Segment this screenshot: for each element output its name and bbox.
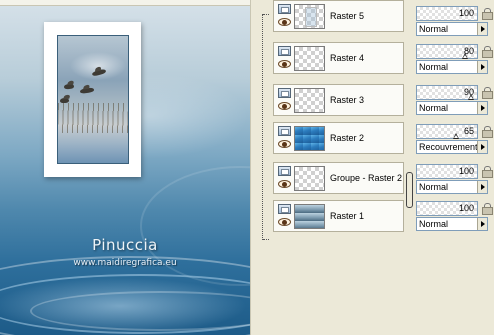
- layer-name: Raster 5: [330, 11, 365, 21]
- group-layer-icon: [278, 166, 291, 176]
- opacity-slider[interactable]: 100: [416, 164, 478, 179]
- opacity-marker-icon[interactable]: [462, 53, 468, 59]
- eye-icon[interactable]: [278, 18, 291, 26]
- opacity-marker-icon[interactable]: [468, 94, 474, 100]
- dropdown-arrow-icon[interactable]: [477, 218, 487, 230]
- layer-properties-raster-3: 90 Normal: [415, 84, 494, 116]
- bird-shape: [91, 68, 107, 77]
- raster-layer-icon: [278, 204, 291, 214]
- layer-row-raster-3[interactable]: Raster 3: [273, 84, 404, 116]
- palette-scroll-handle[interactable]: [406, 172, 413, 208]
- opacity-marker-icon[interactable]: [453, 133, 459, 139]
- bird-shape: [63, 83, 75, 90]
- layer-row-raster-2[interactable]: Raster 2: [273, 122, 404, 154]
- signature-url: www.maidiregrafica.eu: [73, 258, 177, 268]
- layer-group-bracket: [262, 14, 270, 240]
- blend-mode-dropdown[interactable]: Normal: [416, 22, 488, 36]
- dropdown-arrow-icon[interactable]: [477, 23, 487, 35]
- canvas-area[interactable]: Pinuccia www.maidiregrafica.eu: [0, 0, 250, 335]
- raster-layer-icon: [278, 88, 291, 98]
- lock-icon[interactable]: [482, 46, 493, 58]
- opacity-value: 65: [463, 126, 474, 136]
- blend-mode-dropdown[interactable]: Normal: [416, 217, 488, 231]
- layer-name: Raster 3: [330, 95, 365, 105]
- layer-name: Raster 1: [330, 211, 365, 221]
- layer-thumbnail: [294, 204, 325, 229]
- signature-name: Pinuccia: [92, 236, 158, 254]
- opacity-slider[interactable]: 90: [416, 85, 478, 100]
- blend-mode-dropdown[interactable]: Normal: [416, 180, 488, 194]
- blend-mode-dropdown[interactable]: Normal: [416, 60, 488, 74]
- eye-icon[interactable]: [278, 140, 291, 148]
- layer-name: Groupe - Raster 2: [330, 173, 403, 183]
- blend-mode-label: Normal: [419, 62, 449, 72]
- eye-icon[interactable]: [278, 102, 291, 110]
- layer-row-groupe-raster-2[interactable]: Groupe - Raster 2: [273, 162, 404, 194]
- layer-name: Raster 2: [330, 133, 365, 143]
- blend-mode-label: Normal: [419, 24, 449, 34]
- reeds-shape: [58, 103, 128, 133]
- blend-mode-label: Recouvrement: [419, 142, 478, 152]
- eye-icon[interactable]: [278, 218, 291, 226]
- dropdown-arrow-icon[interactable]: [477, 181, 487, 193]
- blend-mode-label: Normal: [419, 219, 449, 229]
- layer-thumbnail: [294, 88, 325, 113]
- dropdown-arrow-icon[interactable]: [477, 102, 487, 114]
- raster-layer-icon: [278, 46, 291, 56]
- blend-mode-dropdown[interactable]: Recouvrement: [416, 140, 488, 154]
- opacity-value: 100: [458, 8, 474, 18]
- layer-row-raster-5[interactable]: Raster 5: [273, 0, 404, 32]
- layer-row-raster-4[interactable]: Raster 4: [273, 42, 404, 74]
- blend-mode-dropdown[interactable]: Normal: [416, 101, 488, 115]
- opacity-slider[interactable]: 65: [416, 124, 478, 139]
- dropdown-arrow-icon[interactable]: [477, 61, 487, 73]
- blend-mode-label: Normal: [419, 182, 449, 192]
- framed-photo: [57, 35, 129, 164]
- opacity-value: 100: [458, 166, 474, 176]
- layer-row-raster-1[interactable]: Raster 1: [273, 200, 404, 232]
- layer-properties-raster-2: 65 Recouvrement: [415, 123, 494, 155]
- opacity-value: 100: [458, 203, 474, 213]
- lock-icon[interactable]: [482, 126, 493, 138]
- layer-thumbnail: [294, 4, 325, 29]
- opacity-slider[interactable]: 80: [416, 44, 478, 59]
- lock-icon[interactable]: [482, 166, 493, 178]
- panel-divider: [250, 0, 260, 335]
- layer-thumbnail: [294, 46, 325, 71]
- raster-layer-icon: [278, 126, 291, 136]
- layer-name: Raster 4: [330, 53, 365, 63]
- raster-layer-icon: [278, 4, 291, 14]
- lock-icon[interactable]: [482, 203, 493, 215]
- opacity-slider[interactable]: 100: [416, 201, 478, 216]
- lock-icon[interactable]: [482, 8, 493, 20]
- opacity-slider[interactable]: 100: [416, 6, 478, 21]
- bird-shape: [79, 87, 95, 94]
- eye-icon[interactable]: [278, 60, 291, 68]
- blend-mode-label: Normal: [419, 103, 449, 113]
- layers-palette: Raster 5 100 Normal Raster 4 80 Normal R…: [260, 0, 494, 335]
- dropdown-arrow-icon[interactable]: [477, 141, 487, 153]
- eye-icon[interactable]: [278, 180, 291, 188]
- layer-properties-raster-5: 100 Normal: [415, 5, 494, 37]
- layer-thumbnail: [294, 166, 325, 191]
- layer-properties-raster-4: 80 Normal: [415, 43, 494, 75]
- layer-thumbnail: [294, 126, 325, 151]
- layer-properties-raster-1: 100 Normal: [415, 200, 494, 232]
- lock-icon[interactable]: [482, 87, 493, 99]
- photo-frame: [44, 22, 141, 177]
- layer-properties-groupe-raster-2: 100 Normal: [415, 163, 494, 195]
